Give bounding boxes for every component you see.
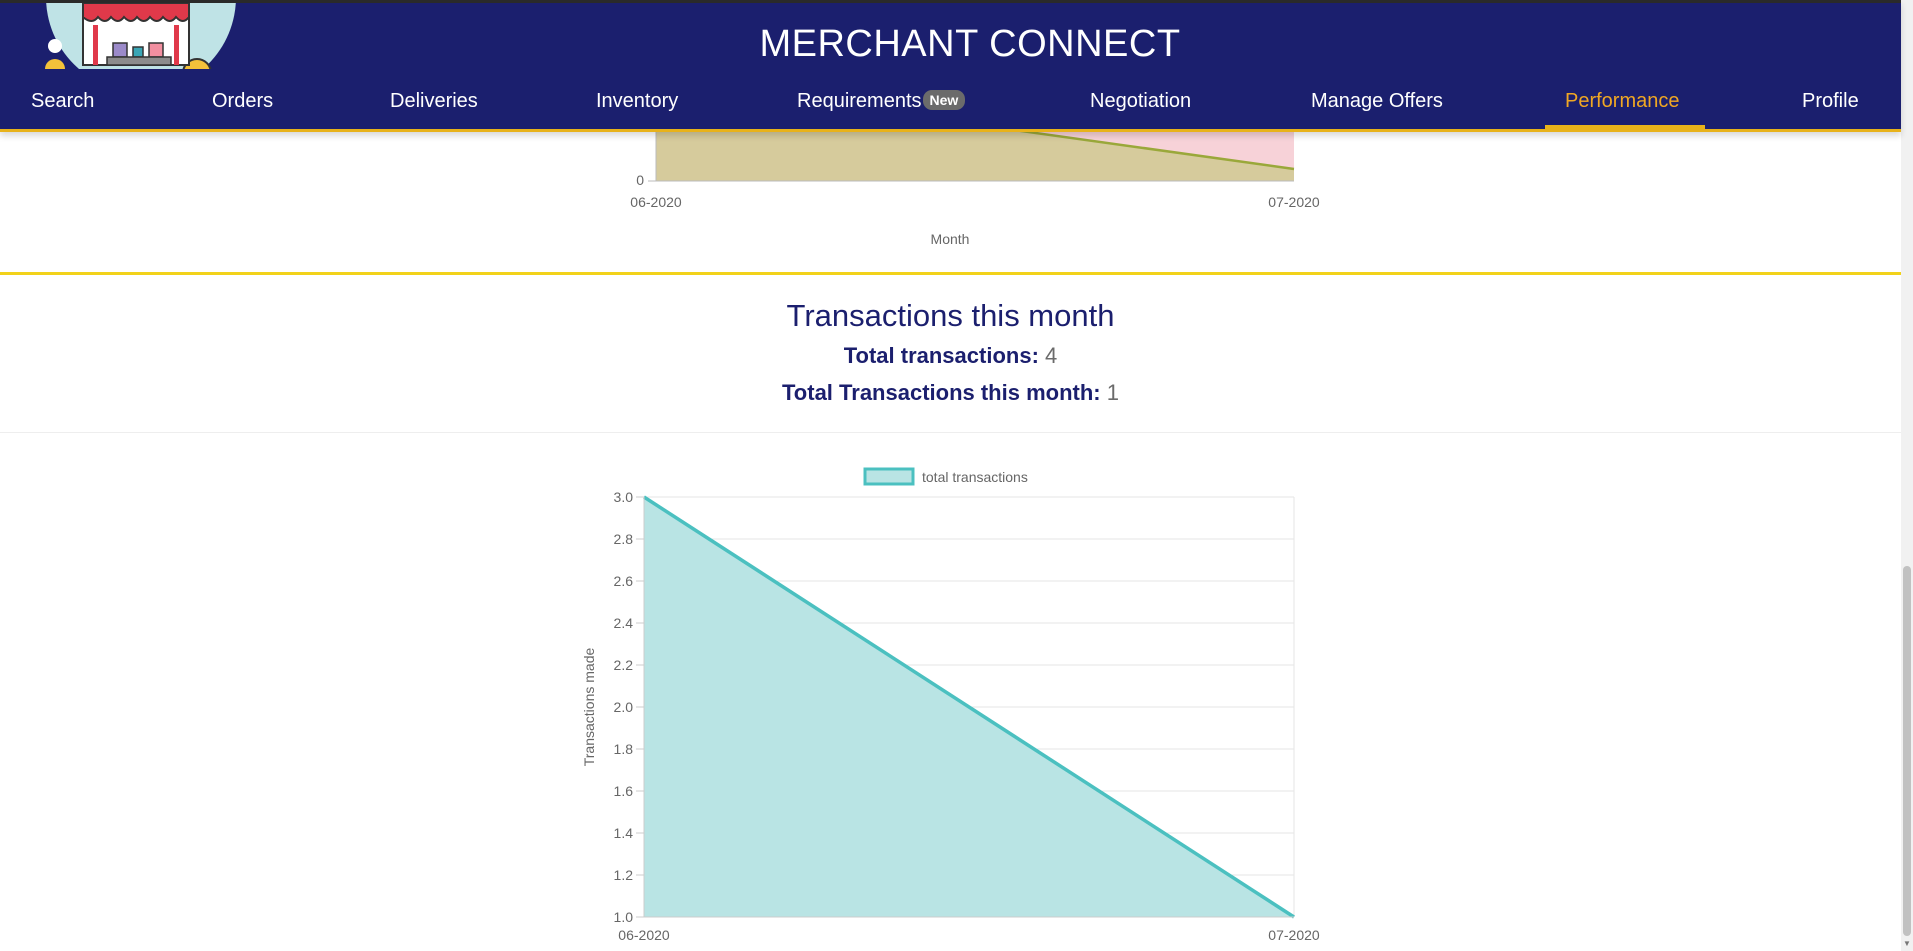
- scrollbar-thumb[interactable]: [1903, 566, 1911, 936]
- transactions-chart: 1.0 1.2 1.4 1.6 1.8 2.0 2.2 2.4 2.6 2.8 3.0 06-2020…: [560, 455, 1360, 951]
- y-tick-label: 2.8: [614, 531, 634, 547]
- y-axis-label: Transactions made: [581, 648, 597, 767]
- nav-item-label: Performance: [1565, 90, 1680, 112]
- legend-swatch: [863, 467, 915, 486]
- month-transactions-label: Total Transactions this month:: [782, 380, 1101, 405]
- upper-chart-x-label: Month: [931, 231, 970, 247]
- total-transactions-label: Total transactions:: [843, 343, 1039, 368]
- nav-item-inventory[interactable]: Inventory: [596, 87, 678, 129]
- y-tick-label: 2.2: [614, 657, 634, 673]
- total-transactions-stat: Total transactions: 4: [0, 343, 1901, 369]
- scrollbar[interactable]: ▼: [1901, 0, 1913, 951]
- nav-item-deliveries[interactable]: Deliveries: [390, 87, 478, 129]
- nav-item-label: Deliveries: [390, 90, 478, 112]
- nav-item-label: Search: [31, 90, 95, 112]
- nav-item-label: Manage Offers: [1311, 90, 1443, 112]
- upper-chart-x-tick: 06-2020: [630, 194, 682, 210]
- thin-divider: [0, 432, 1901, 433]
- upper-chart-x-tick: 07-2020: [1268, 194, 1320, 210]
- page: 0 06-2020 07-2020 Month Transactions thi…: [0, 0, 1913, 951]
- nav-item-orders[interactable]: Orders: [212, 87, 273, 129]
- nav-item-profile[interactable]: Profile: [1802, 87, 1859, 129]
- nav-item-search[interactable]: Search: [31, 87, 94, 129]
- y-tick-label: 1.4: [614, 825, 634, 841]
- y-tick-label: 1.0: [614, 909, 634, 925]
- nav-item-label: Orders: [212, 90, 274, 112]
- scroll-down-arrow-icon[interactable]: ▼: [1902, 939, 1912, 949]
- x-tick-label: 07-2020: [1268, 927, 1320, 943]
- y-tick-label: 1.2: [614, 867, 634, 883]
- section-divider: [0, 272, 1901, 275]
- y-tick-label: 2.6: [614, 573, 634, 589]
- nav-item-label: Profile: [1802, 90, 1859, 112]
- y-tick-label: 2.4: [614, 615, 634, 631]
- nav-item-label: Requirements: [797, 90, 922, 112]
- y-tick-label: 2.0: [614, 699, 634, 715]
- section-title: Transactions this month: [786, 298, 1115, 333]
- app-title: MERCHANT CONNECT: [759, 23, 1181, 65]
- active-tab-indicator: [1545, 125, 1705, 129]
- app-header: MERCHANT CONNECT Search Orders Deliverie…: [0, 0, 1901, 132]
- upper-chart-svg: 0 06-2020 07-2020 Month: [630, 126, 1320, 247]
- upper-chart-y-tick: 0: [636, 172, 644, 188]
- total-transactions-value: 4: [1045, 343, 1058, 368]
- y-tick-label: 1.6: [614, 783, 634, 799]
- nav-item-label: Inventory: [596, 90, 679, 112]
- upper-chart: 0 06-2020 07-2020 Month: [600, 126, 1360, 258]
- nav-item-requirements[interactable]: Requirements New: [797, 87, 966, 129]
- y-tick-label: 3.0: [614, 489, 634, 505]
- nav-item-manage-offers[interactable]: Manage Offers: [1311, 87, 1443, 129]
- x-tick-label: 06-2020: [618, 927, 670, 943]
- nav-item-label: Negotiation: [1090, 90, 1192, 112]
- y-tick-label: 1.8: [614, 741, 634, 757]
- month-transactions-stat: Total Transactions this month: 1: [0, 380, 1901, 406]
- nav-item-negotiation[interactable]: Negotiation: [1090, 87, 1191, 129]
- transactions-chart-svg: 1.0 1.2 1.4 1.6 1.8 2.0 2.2 2.4 2.6 2.8 3.0 06-2020…: [581, 467, 1320, 943]
- legend-label: total transactions: [922, 469, 1028, 485]
- main-nav: Search Orders Deliveries Inventory Requi…: [0, 87, 1901, 129]
- month-transactions-value: 1: [1106, 380, 1119, 405]
- new-badge: New: [922, 90, 966, 110]
- nav-item-performance[interactable]: Performance: [1565, 87, 1680, 129]
